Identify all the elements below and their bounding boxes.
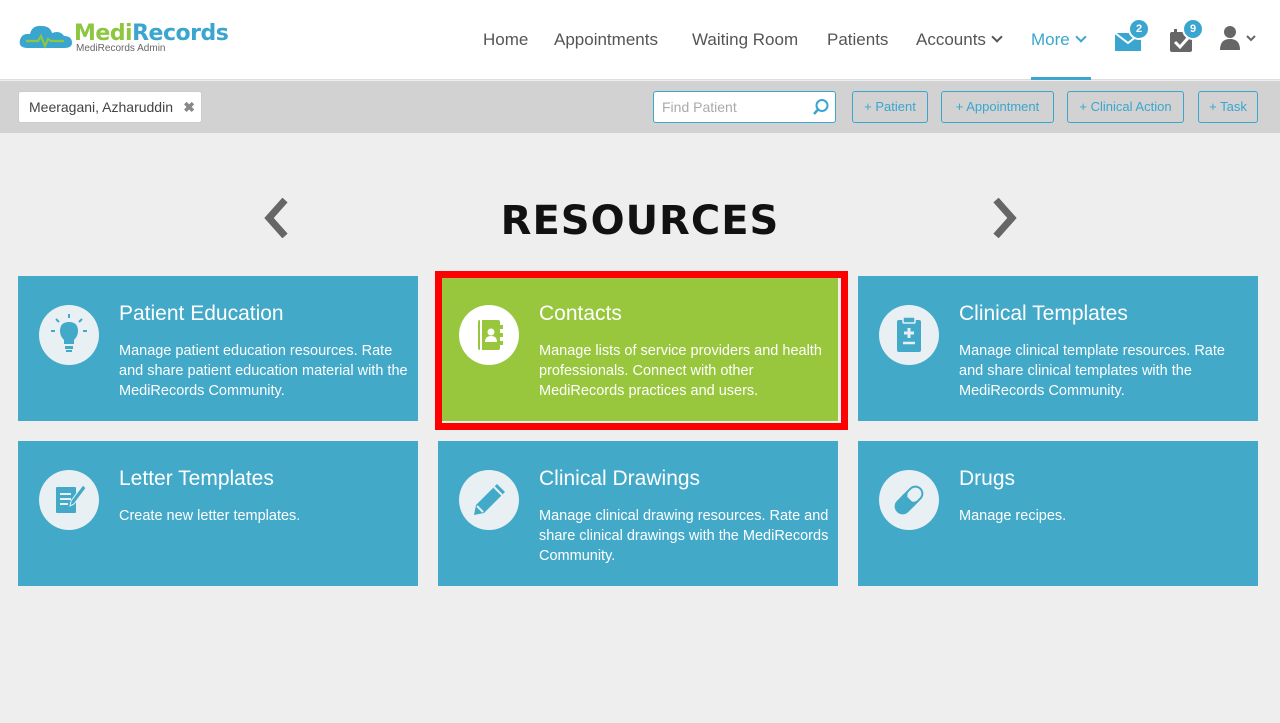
card-description: Manage clinical template resources. Rate… (959, 343, 1225, 399)
messages-count-badge: 2 (1128, 18, 1150, 40)
card-description: Manage patient education resources. Rate… (119, 343, 408, 399)
find-patient-field[interactable] (653, 91, 836, 123)
chevron-down-icon (1075, 31, 1087, 43)
selected-patient-chip[interactable]: Meeragani, Azharuddin ✖ (18, 91, 202, 123)
next-arrow-icon[interactable] (990, 198, 1020, 238)
patient-name: Meeragani, Azharuddin (29, 99, 173, 115)
cloud-logo-icon (18, 22, 72, 52)
nav-accounts-label: Accounts (916, 30, 986, 49)
card-letter-templates[interactable]: Letter Templates Create new letter templ… (18, 441, 418, 586)
medirecords-logo[interactable]: MediRecords MediRecords Admin (18, 22, 229, 54)
pencil-icon (459, 470, 519, 530)
user-icon (1220, 26, 1256, 50)
lightbulb-icon (39, 305, 99, 365)
card-description: Manage recipes. (959, 508, 1067, 524)
card-title: Contacts (539, 302, 622, 325)
close-icon[interactable]: ✖ (183, 92, 195, 122)
add-patient-button[interactable]: + Patient (852, 91, 928, 123)
card-patient-education[interactable]: Patient Education Manage patient educati… (18, 276, 418, 421)
page-title: RESOURCES (500, 198, 780, 244)
card-clinical-templates[interactable]: Clinical Templates Manage clinical templ… (858, 276, 1258, 421)
nav-more-label: More (1031, 30, 1070, 49)
contact-book-icon (459, 305, 519, 365)
card-contacts[interactable]: Contacts Manage lists of service provide… (438, 276, 838, 421)
card-title: Clinical Drawings (539, 467, 701, 490)
card-title: Clinical Templates (959, 302, 1128, 325)
add-appointment-button[interactable]: + Appointment (941, 91, 1054, 123)
card-description: Create new letter templates. (119, 508, 301, 524)
card-description: Manage lists of service providers and he… (539, 343, 822, 399)
card-description: Manage clinical drawing resources. Rate … (539, 508, 829, 564)
find-patient-input[interactable] (654, 92, 804, 122)
nav-accounts[interactable]: Accounts (916, 0, 1003, 80)
card-title: Letter Templates (119, 467, 274, 490)
letter-edit-icon (39, 470, 99, 530)
add-clinical-action-button[interactable]: + Clinical Action (1067, 91, 1184, 123)
card-title: Patient Education (119, 302, 284, 325)
card-title: Drugs (959, 467, 1016, 490)
add-task-button[interactable]: + Task (1198, 91, 1258, 123)
nav-more[interactable]: More (1031, 0, 1091, 80)
pill-icon (879, 470, 939, 530)
clipboard-icon (879, 305, 939, 365)
nav-appointments[interactable]: Appointments (554, 0, 658, 80)
nav-waiting-room[interactable]: Waiting Room (692, 0, 798, 80)
nav-home[interactable]: Home (483, 0, 528, 80)
card-clinical-drawings[interactable]: Clinical Drawings Manage clinical drawin… (438, 441, 838, 586)
top-header: MediRecords MediRecords Admin Home Appoi… (0, 0, 1280, 80)
action-toolbar: Meeragani, Azharuddin ✖ + Patient + Appo… (0, 81, 1280, 133)
messages-button[interactable]: 2 (1112, 18, 1150, 58)
user-menu-button[interactable] (1218, 22, 1262, 58)
search-icon[interactable] (812, 98, 830, 116)
nav-patients[interactable]: Patients (827, 0, 888, 80)
card-drugs[interactable]: Drugs Manage recipes. (858, 441, 1258, 586)
tasks-count-badge: 9 (1182, 18, 1204, 40)
tasks-button[interactable]: 9 (1166, 18, 1204, 58)
chevron-down-icon (991, 31, 1003, 43)
